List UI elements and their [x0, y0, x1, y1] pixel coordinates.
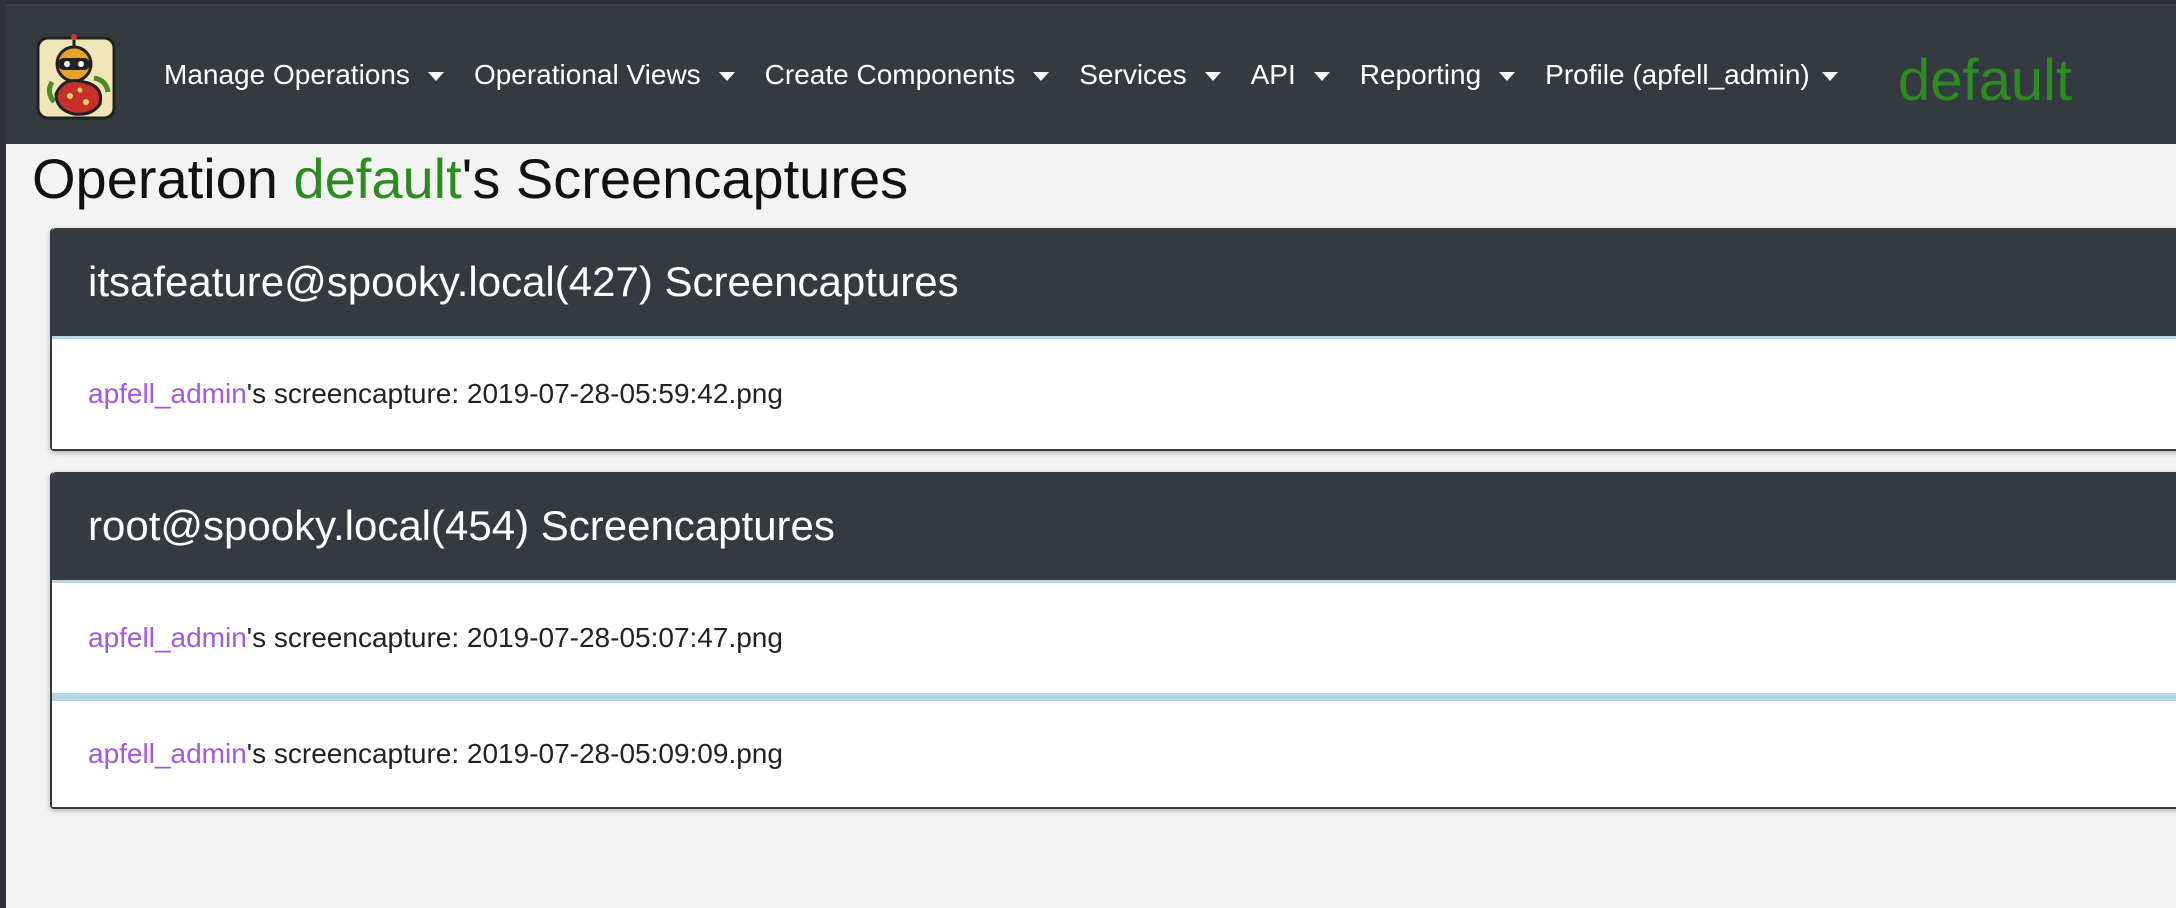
nav-manage-operations-label: Manage Operations [164, 59, 410, 90]
apfell-logo[interactable] [34, 32, 120, 122]
callback-screencaptures-card: root@spooky.local(454) Screencaptures ap… [50, 472, 2176, 809]
caret-down-icon [1821, 71, 1838, 81]
screencapture-item[interactable]: apfell_admin's screencapture: 2019-07-28… [52, 336, 2176, 449]
page-title: Operation default's Screencaptures [32, 144, 908, 214]
top-navbar: Manage Operations Operational Views Crea… [6, 4, 2176, 144]
operator-link[interactable]: apfell_admin [88, 622, 247, 654]
card-header: root@spooky.local(454) Screencaptures [52, 472, 2176, 580]
page-title-prefix: Operation [32, 147, 294, 210]
screencapture-item[interactable]: apfell_admin's screencapture: 2019-07-28… [52, 693, 2176, 807]
operator-link[interactable]: apfell_admin [88, 738, 247, 770]
nav-api-label: API [1250, 59, 1296, 90]
card-header: itsafeature@spooky.local(427) Screencapt… [52, 228, 2176, 336]
screencapture-filename: 's screencapture: 2019-07-28-05:09:09.pn… [246, 738, 783, 769]
caret-down-icon [718, 71, 735, 81]
operator-link[interactable]: apfell_admin [88, 378, 247, 410]
caret-down-icon [427, 71, 444, 81]
caret-down-icon [1499, 71, 1516, 81]
callback-screencaptures-card: itsafeature@spooky.local(427) Screencapt… [50, 228, 2176, 451]
nav-menu: Manage Operations Operational Views Crea… [164, 6, 1868, 144]
nav-reporting[interactable]: Reporting [1359, 59, 1516, 91]
page-title-suffix: 's Screencaptures [461, 147, 909, 210]
screencapture-filename: 's screencapture: 2019-07-28-05:59:42.pn… [246, 378, 783, 409]
caret-down-icon [1033, 71, 1050, 81]
nav-operational-views[interactable]: Operational Views [474, 59, 735, 91]
nav-create-components-label: Create Components [764, 59, 1016, 90]
nav-manage-operations[interactable]: Manage Operations [164, 59, 444, 91]
caret-down-icon [1204, 71, 1221, 81]
nav-create-components[interactable]: Create Components [765, 59, 1050, 91]
nav-api[interactable]: API [1251, 59, 1330, 91]
caret-down-icon [1313, 71, 1330, 81]
nav-profile[interactable]: Profile (apfell_admin) [1545, 59, 1838, 91]
nav-services-label: Services [1079, 59, 1187, 90]
screencapture-item[interactable]: apfell_admin's screencapture: 2019-07-28… [52, 580, 2176, 693]
nav-services[interactable]: Services [1079, 59, 1221, 91]
current-operation-name[interactable]: default [1898, 46, 2072, 116]
screencapture-filename: 's screencapture: 2019-07-28-05:07:47.pn… [246, 622, 783, 653]
nav-profile-label: Profile (apfell_admin) [1545, 59, 1810, 90]
page-title-operation: default [293, 147, 462, 210]
nav-reporting-label: Reporting [1359, 59, 1482, 90]
nav-operational-views-label: Operational Views [473, 59, 701, 90]
